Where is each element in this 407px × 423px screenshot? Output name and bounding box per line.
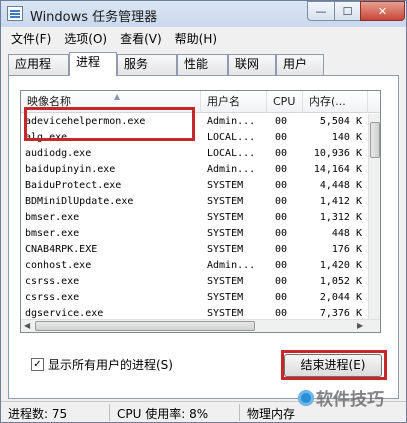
task-manager-icon	[7, 6, 23, 21]
maximize-button[interactable]: ☐	[334, 1, 361, 21]
process-memory: 1,420 K	[319, 260, 362, 271]
table-row[interactable]: audiodg.exe LOCAL... 00 10,936 K	[21, 146, 368, 162]
show-all-users-checkbox[interactable]: ✓	[31, 357, 44, 371]
table-row[interactable]: conhost.exe Admin... 00 1,420 K	[21, 258, 368, 274]
process-memory: 14,164 K	[313, 164, 362, 175]
process-name: csrss.exe	[25, 276, 80, 287]
process-memory: 1,312 K	[319, 212, 362, 223]
process-name: CNAB4RPK.EXE	[25, 244, 98, 255]
process-user: SYSTEM	[207, 292, 244, 303]
table-row[interactable]: CNAB4RPK.EXE SYSTEM 00 176 K	[21, 242, 368, 258]
vertical-scrollbar[interactable]	[368, 114, 380, 320]
highlight-box-end-process	[281, 350, 387, 380]
process-user: Admin...	[207, 164, 256, 175]
table-row[interactable]: BaiduProtect.exe SYSTEM 00 4,448 K	[21, 178, 368, 194]
process-name: audiodg.exe	[25, 148, 92, 159]
process-memory: 10,936 K	[313, 148, 362, 159]
table-row[interactable]: bmser.exe SYSTEM 00 448 K	[21, 226, 368, 242]
process-name: BaiduProtect.exe	[25, 180, 122, 191]
process-memory: 448 K	[331, 228, 362, 239]
process-rows: adevicehelpermon.exe Admin... 00 5,504 Kalg…	[21, 114, 368, 322]
menu-file[interactable]: 文件(F)	[11, 30, 51, 47]
status-physical-memory: 物理内存	[247, 407, 296, 421]
process-memory: 4,448 K	[319, 180, 362, 191]
window-title: Windows 任务管理器	[30, 10, 158, 25]
watermark: 软件技巧	[298, 385, 384, 410]
table-row[interactable]: BDMiniDlUpdate.exe SYSTEM 00 1,412 K	[21, 194, 368, 210]
menu-help[interactable]: 帮助(H)	[175, 30, 217, 47]
process-memory: 1,052 K	[319, 276, 362, 287]
tab-users[interactable]: 用户	[276, 54, 324, 75]
process-cpu: 00	[275, 212, 288, 223]
process-cpu: 00	[275, 116, 288, 127]
horizontal-scroll-thumb[interactable]	[35, 321, 255, 331]
table-row[interactable]: csrss.exe SYSTEM 00 1,052 K	[21, 274, 368, 290]
table-row[interactable]: baidupinyin.exe Admin... 00 14,164 K	[21, 162, 368, 178]
column-cpu[interactable]: CPU	[267, 91, 303, 113]
watermark-text: 软件技巧	[316, 390, 384, 410]
process-name: bmser.exe	[25, 228, 80, 239]
table-row[interactable]: bmser.exe SYSTEM 00 1,312 K	[21, 210, 368, 226]
process-user: SYSTEM	[207, 276, 244, 287]
process-cpu: 00	[275, 164, 288, 175]
process-user: LOCAL...	[207, 132, 256, 143]
show-all-users-option[interactable]: ✓ 显示所有用户的进程(S)	[31, 355, 173, 373]
process-user: SYSTEM	[207, 228, 244, 239]
vertical-scroll-thumb[interactable]	[370, 122, 380, 158]
process-cpu: 00	[275, 148, 288, 159]
tab-performance[interactable]: 性能	[177, 54, 228, 75]
process-memory: 2,044 K	[319, 292, 362, 303]
process-memory: 140 K	[331, 132, 362, 143]
process-user: SYSTEM	[207, 196, 244, 207]
process-name: baidupinyin.exe	[25, 164, 116, 175]
menu-options[interactable]: 选项(O)	[64, 30, 107, 47]
highlight-box-process	[24, 107, 195, 141]
process-user: Admin...	[207, 116, 256, 127]
status-process-count: 进程数: 75	[8, 407, 68, 421]
scroll-left-icon[interactable]: ◀	[24, 320, 30, 332]
show-all-users-label: 显示所有用户的进程(S)	[48, 357, 173, 372]
status-divider	[239, 404, 240, 421]
process-name: BDMiniDlUpdate.exe	[25, 196, 134, 207]
title-bar[interactable]: Windows 任务管理器 — ☐ ✕	[1, 1, 406, 27]
horizontal-scrollbar[interactable]: ◀ ▶	[21, 319, 380, 332]
process-cpu: 00	[275, 260, 288, 271]
tab-processes[interactable]: 进程	[69, 52, 117, 76]
menu-view[interactable]: 查看(V)	[120, 30, 162, 47]
process-memory: 176 K	[331, 244, 362, 255]
minimize-button[interactable]: —	[307, 1, 335, 21]
process-user: SYSTEM	[207, 244, 244, 255]
process-cpu: 00	[275, 276, 288, 287]
process-cpu: 00	[275, 228, 288, 239]
process-name: bmser.exe	[25, 212, 80, 223]
column-memory[interactable]: 内存(...	[303, 91, 368, 113]
process-user: Admin...	[207, 260, 256, 271]
process-name: conhost.exe	[25, 260, 92, 271]
scroll-right-icon[interactable]: ▶	[357, 320, 363, 332]
process-user: SYSTEM	[207, 212, 244, 223]
process-user: SYSTEM	[207, 180, 244, 191]
process-cpu: 00	[275, 244, 288, 255]
process-cpu: 00	[275, 196, 288, 207]
task-manager-window: Windows 任务管理器 — ☐ ✕ 文件(F) 选项(O) 查看(V) 帮助…	[0, 0, 407, 423]
watermark-logo-icon	[298, 389, 314, 406]
process-user: LOCAL...	[207, 148, 256, 159]
close-button[interactable]: ✕	[360, 1, 405, 21]
process-cpu: 00	[275, 132, 288, 143]
table-row[interactable]: csrss.exe SYSTEM 00 2,044 K	[21, 290, 368, 306]
status-cpu-usage: CPU 使用率: 8%	[117, 407, 209, 421]
tab-networking[interactable]: 联网	[228, 54, 276, 75]
process-memory: 5,504 K	[319, 116, 362, 127]
tab-services[interactable]: 服务	[117, 54, 177, 75]
process-memory: 1,412 K	[319, 196, 362, 207]
sort-arrow-icon: ▲	[114, 92, 121, 101]
tab-applications[interactable]: 应用程序	[8, 54, 69, 90]
process-cpu: 00	[275, 292, 288, 303]
menu-bar: 文件(F) 选项(O) 查看(V) 帮助(H)	[1, 28, 406, 48]
process-cpu: 00	[275, 180, 288, 191]
status-divider	[109, 404, 110, 421]
column-username[interactable]: 用户名	[201, 91, 267, 113]
process-name: csrss.exe	[25, 292, 80, 303]
